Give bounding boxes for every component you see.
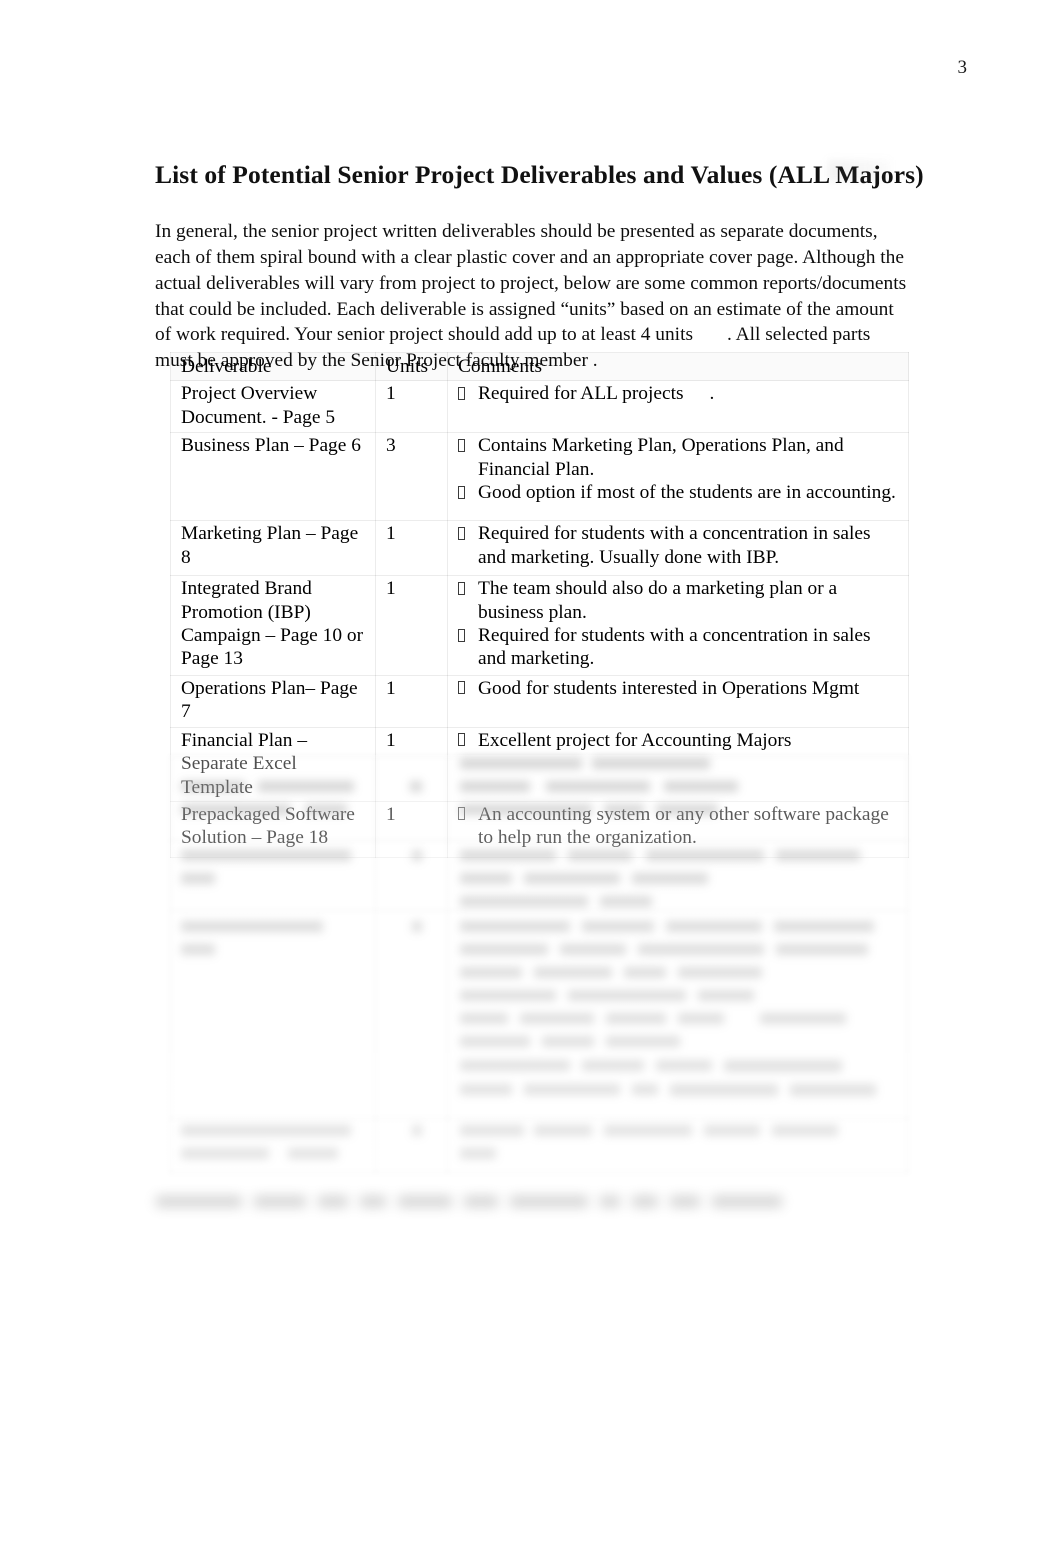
comment-text: The team should also do a marketing plan… (478, 578, 838, 623)
cell-deliverable: Business Plan – Page 6 (170, 432, 376, 522)
comment-text: Required for students with a concentrati… (478, 625, 871, 670)
list-item: Required for ALL projects. (458, 382, 900, 405)
table-row: Operations Plan– Page 7 1 Good for stude… (170, 674, 909, 728)
page-number: 3 (957, 57, 968, 78)
table-row: Financial Plan – Separate Excel Template… (170, 726, 909, 802)
list-item: Required for students with a concentrati… (458, 624, 900, 671)
cell-deliverable: Financial Plan – Separate Excel Template (170, 726, 376, 802)
list-item: Good option if most of the students are … (458, 481, 900, 504)
list-item: Good for students interested in Operatio… (458, 677, 900, 700)
comment-text: An accounting system or any other softwa… (478, 803, 889, 849)
comment-text: Good for students interested in Operatio… (478, 677, 860, 699)
cell-comments: Good for students interested in Operatio… (447, 674, 909, 728)
cell-deliverable: Marketing Plan – Page 8 (170, 520, 376, 577)
list-item: Excellent project for Accounting Majors (458, 729, 900, 752)
bullet-box-icon (458, 386, 465, 400)
column-header-comments: Comments (447, 351, 909, 382)
bullet-box-icon (458, 807, 465, 821)
table-row: Prepackaged Software Solution – Page 18 … (170, 800, 909, 858)
comment-bullet-list: Required for students with a concentrati… (458, 522, 900, 569)
bullet-box-icon (458, 628, 465, 642)
comment-bullet-list: Excellent project for Accounting Majors (458, 729, 900, 752)
comment-text: Contains Marketing Plan, Operations Plan… (478, 435, 844, 480)
table-row: Business Plan – Page 6 3 Contains Market… (170, 432, 909, 522)
list-item: An accounting system or any other softwa… (458, 803, 900, 850)
comment-text: Required for students with a concentrati… (478, 523, 871, 568)
bullet-box-icon (458, 438, 465, 452)
column-header-deliverable: Deliverable (170, 351, 376, 382)
page-title: List of Potential Senior Project Deliver… (155, 160, 924, 190)
comment-text: Good option if most of the students are … (478, 482, 896, 504)
cell-comments: The team should also do a marketing plan… (447, 575, 909, 676)
document-page: 3 List of Potential Senior Project Deliv… (0, 0, 1062, 1556)
bullet-box-icon (458, 681, 465, 695)
cell-units: 1 (375, 575, 448, 676)
cell-units: 3 (375, 432, 448, 522)
table-rule (170, 910, 908, 911)
comment-bullet-list: The team should also do a marketing plan… (458, 577, 900, 671)
table-header-row: Deliverable Units Comments (170, 351, 909, 382)
cell-units: 1 (375, 800, 448, 858)
cell-deliverable: Project Overview Document. - Page 5 (170, 380, 376, 434)
cell-units: 1 (375, 726, 448, 802)
cell-units: 1 (375, 674, 448, 728)
bullet-box-icon (458, 581, 465, 595)
table-row: Marketing Plan – Page 8 1 Required for s… (170, 520, 909, 577)
deliverables-table-container: Deliverable Units Comments Project Overv… (170, 351, 909, 858)
list-item: The team should also do a marketing plan… (458, 577, 900, 624)
comment-text: Required for ALL projects (478, 383, 684, 405)
comment-bullet-list: Required for ALL projects. (458, 382, 900, 405)
comment-bullet-list: Contains Marketing Plan, Operations Plan… (458, 434, 900, 504)
comment-bullet-list: Good for students interested in Operatio… (458, 677, 900, 700)
intro-paragraph: In general, the senior project written d… (155, 219, 907, 373)
bullet-box-icon (458, 485, 465, 499)
blurred-footer-note (156, 1194, 782, 1212)
table-rule (170, 1118, 908, 1119)
table-rule (170, 1172, 908, 1173)
cell-deliverable: Operations Plan– Page 7 (170, 674, 376, 728)
cell-units: 1 (375, 520, 448, 577)
comment-trailing-text: . (709, 383, 715, 405)
table-row: Project Overview Document. - Page 5 1 Re… (170, 380, 909, 434)
cell-deliverable: Integrated Brand Promotion (IBP) Campaig… (170, 575, 376, 676)
cell-comments: Required for ALL projects. (447, 380, 909, 434)
cell-deliverable: Prepackaged Software Solution – Page 18 (170, 800, 376, 858)
cell-comments: Excellent project for Accounting Majors (447, 726, 909, 802)
table-row: Integrated Brand Promotion (IBP) Campaig… (170, 575, 909, 676)
comment-bullet-list: An accounting system or any other softwa… (458, 803, 900, 850)
list-item: Contains Marketing Plan, Operations Plan… (458, 434, 900, 481)
column-header-units: Units (375, 351, 448, 382)
cell-comments: Contains Marketing Plan, Operations Plan… (447, 432, 909, 522)
cell-units: 1 (375, 380, 448, 434)
list-item: Required for students with a concentrati… (458, 522, 900, 569)
cell-comments: Required for students with a concentrati… (447, 520, 909, 577)
deliverables-table: Deliverable Units Comments Project Overv… (170, 351, 909, 858)
comment-text: Excellent project for Accounting Majors (478, 729, 792, 751)
cell-comments: An accounting system or any other softwa… (447, 800, 909, 858)
bullet-box-icon (458, 526, 465, 540)
bullet-box-icon (458, 733, 465, 747)
